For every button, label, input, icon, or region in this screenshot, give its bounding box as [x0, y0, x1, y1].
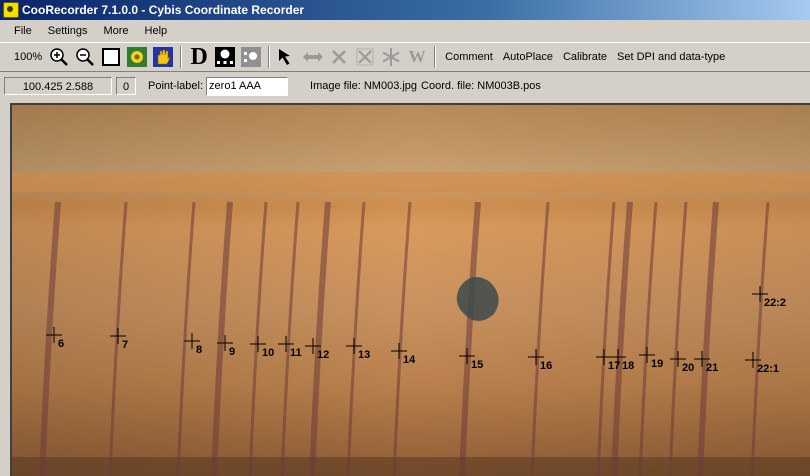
set-dpi-button[interactable]: Set DPI and data-type	[612, 51, 730, 63]
delete-box-icon[interactable]	[353, 45, 377, 69]
toolbar-separator	[434, 46, 437, 68]
marker-label: 14	[403, 354, 416, 366]
image-canvas[interactable]: 6 7 8 9 10 11 12 13 14 15 16 17 18 19 20 21 22:1 22:2	[10, 103, 810, 476]
toolbar-separator	[268, 46, 271, 68]
marker-label: 11	[290, 347, 302, 359]
menu-help[interactable]: Help	[137, 21, 176, 41]
marker-label: 19	[651, 358, 663, 370]
coordinates-readout: 100.425 2.588	[4, 77, 112, 95]
point-marker-gray-icon[interactable]	[239, 45, 263, 69]
delete-cross-icon[interactable]	[327, 45, 351, 69]
zoom-in-icon[interactable]	[47, 45, 71, 69]
status-row: 100.425 2.588 0 Point-label: Image file:…	[0, 72, 810, 100]
wood-core-image[interactable]: 6 7 8 9 10 11 12 13 14 15 16 17 18 19 20 21 22:122:2	[12, 105, 810, 476]
menu-settings[interactable]: Settings	[40, 21, 96, 41]
marker-label: 22:1	[757, 363, 779, 375]
marker-label: 7	[122, 339, 128, 351]
menu-file[interactable]: File	[0, 21, 40, 41]
marker-label: 16	[540, 360, 552, 372]
asterisk-icon[interactable]	[379, 45, 403, 69]
double-arrow-icon[interactable]	[301, 45, 325, 69]
marker-label: 21	[706, 362, 718, 374]
wood-bottom-edge	[12, 457, 810, 476]
zoom-level: 100%	[14, 51, 43, 63]
wood-shading	[12, 105, 810, 476]
pan-hand-icon[interactable]	[151, 45, 175, 69]
title-bar: CooRecorder 7.1.0.0 - Cybis Coordinate R…	[0, 0, 810, 20]
marker-label: 8	[196, 344, 202, 356]
marker-label: 9	[229, 346, 235, 358]
coord-file-label: Coord. file: NM003B.pos	[421, 80, 541, 92]
calibrate-button[interactable]: Calibrate	[558, 51, 612, 63]
marker-label: 12	[317, 349, 329, 361]
point-marker-icon[interactable]	[213, 45, 237, 69]
zoom-out-icon[interactable]	[73, 45, 97, 69]
point-label-input[interactable]	[206, 76, 289, 96]
image-file-label: Image file: NM003.jpg	[310, 80, 418, 92]
w-mode-button[interactable]: W	[405, 45, 429, 69]
toolbar-separator	[180, 46, 183, 68]
arrow-pointer-icon[interactable]	[275, 45, 299, 69]
window-title: CooRecorder 7.1.0.0 - Cybis Coordinate R…	[22, 3, 305, 17]
point-count: 0	[116, 77, 136, 95]
comment-button[interactable]: Comment	[440, 51, 498, 63]
marker-label: 18	[622, 360, 634, 372]
marker-label: 6	[58, 338, 64, 350]
toolbar: 100% D W Comment AutoPlace Calibrate Set…	[0, 42, 810, 72]
marker-label: 22:2	[764, 297, 786, 309]
marker-label: 15	[471, 359, 483, 371]
marker-label: 13	[358, 349, 370, 361]
autoplace-button[interactable]: AutoPlace	[498, 51, 558, 63]
menu-bar: File Settings More Help	[0, 20, 810, 42]
app-icon	[3, 2, 19, 18]
d-mode-button[interactable]: D	[187, 44, 211, 70]
fit-window-icon[interactable]	[99, 45, 123, 69]
image-adjust-icon[interactable]	[125, 45, 149, 69]
menu-more[interactable]: More	[95, 21, 136, 41]
wood-bark-edge	[12, 172, 810, 192]
marker-label: 20	[682, 362, 694, 374]
marker-label: 10	[262, 347, 274, 359]
point-label-caption: Point-label:	[148, 80, 204, 92]
